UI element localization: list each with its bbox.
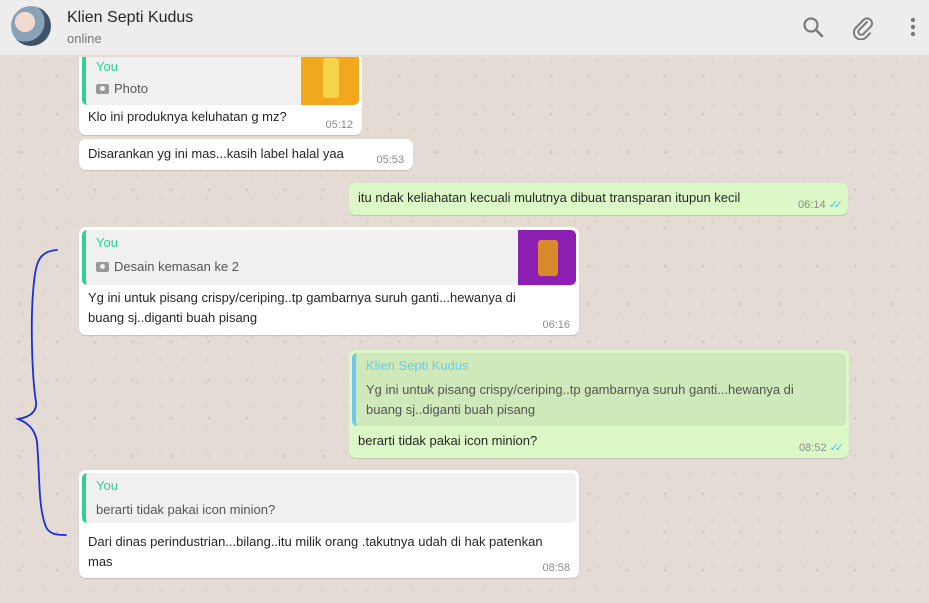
chat-header: Klien Septi Kudus online <box>0 0 929 56</box>
search-icon[interactable] <box>800 14 826 40</box>
contact-name[interactable]: Klien Septi Kudus <box>67 9 193 27</box>
chat-panel: You Photo Klo ini produknya keluhatan g … <box>0 57 929 603</box>
menu-icon[interactable] <box>900 14 926 40</box>
paperclip-icon[interactable] <box>849 14 875 40</box>
contact-status: online <box>67 31 102 46</box>
contact-avatar[interactable] <box>11 6 51 46</box>
hand-drawn-brace-annotation <box>14 249 67 536</box>
